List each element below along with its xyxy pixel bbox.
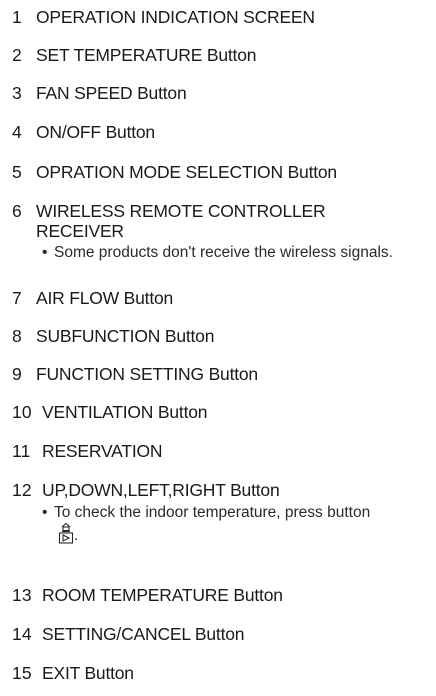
item-label: ROOM TEMPERATURE Button: [42, 585, 283, 605]
note-text: Some products don't receive the wireless…: [54, 244, 393, 261]
item-label: AIR FLOW Button: [36, 288, 174, 308]
item-number: 7: [12, 288, 22, 308]
item-number: 4: [12, 122, 22, 142]
item-label: EXIT Button: [42, 663, 134, 683]
note-text: To check the indoor temperature, press b…: [42, 504, 430, 549]
item-number: 1: [12, 7, 22, 27]
item-label: RESERVATION: [42, 441, 163, 461]
item-label: SUBFUNCTION Button: [36, 326, 215, 346]
bullet: •: [42, 244, 48, 261]
item-number: 13: [12, 585, 32, 605]
item-number: 5: [12, 162, 22, 182]
item-number: 8: [12, 326, 22, 346]
item-number: 6: [12, 201, 22, 221]
item-label: UP,DOWN,LEFT,RIGHT Button: [42, 480, 280, 500]
item-number: 11: [12, 441, 31, 461]
item-number: 3: [12, 83, 22, 103]
note-text-main: To check the indoor temperature, press b…: [54, 504, 371, 521]
note-text-end: .: [74, 527, 79, 544]
room-temperature-button-icon: [58, 522, 74, 549]
item-number: 15: [12, 663, 32, 683]
bullet: •: [42, 504, 48, 521]
item-label: ON/OFF Button: [36, 122, 155, 142]
item-label-line-2: RECEIVER: [36, 221, 124, 241]
item-number: 10: [12, 402, 32, 422]
item-number: 12: [12, 480, 32, 500]
item-label: FAN SPEED Button: [36, 83, 187, 103]
item-label: SET TEMPERATURE Button: [36, 45, 257, 65]
item-label: FUNCTION SETTING Button: [36, 364, 258, 384]
item-label: OPERATION INDICATION SCREEN: [36, 7, 315, 27]
item-label: VENTILATION Button: [42, 402, 208, 422]
item-note: • Some products don't receive the wirele…: [42, 244, 430, 262]
item-number: 2: [12, 45, 22, 65]
item-note: • To check the indoor temperature, press…: [42, 504, 430, 549]
item-number: 9: [12, 364, 22, 384]
item-label: SETTING/CANCEL Button: [42, 624, 245, 644]
item-label: OPRATION MODE SELECTION Button: [36, 162, 337, 182]
item-label: WIRELESS REMOTE CONTROLLER: [36, 201, 326, 221]
item-number: 14: [12, 624, 32, 644]
